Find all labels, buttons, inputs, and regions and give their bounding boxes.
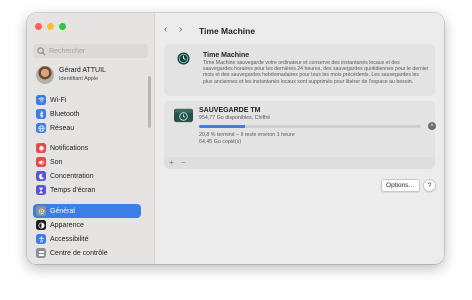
bluetooth-icon: [36, 109, 46, 119]
gear-icon: [36, 206, 46, 216]
help-button[interactable]: ?: [423, 179, 436, 192]
globe-icon: [36, 123, 46, 133]
sidebar-item-accessibility[interactable]: Accessibilité: [33, 232, 141, 246]
sidebar-item-label: Bluetooth: [50, 110, 80, 118]
profile-name: Gérard ATTUIL: [59, 67, 106, 74]
backup-disk-name: SAUVEGARDE TM: [199, 107, 261, 114]
sidebar-item-label: Accessibilité: [50, 235, 89, 243]
hourglass-icon: [36, 185, 46, 195]
minimize-button[interactable]: [47, 23, 54, 30]
search-placeholder: Rechercher: [49, 47, 86, 55]
profile-subtitle: Identifiant Apple: [59, 76, 99, 82]
backup-disk-capacity: 954,77 Go disponibles, Chiffré: [199, 115, 271, 121]
page-title: Time Machine: [199, 26, 256, 36]
apple-id-profile[interactable]: Gérard ATTUIL Identifiant Apple: [36, 66, 106, 84]
back-button[interactable]: ‹: [164, 24, 167, 35]
sidebar-item-bluetooth[interactable]: Bluetooth: [33, 107, 141, 121]
sidebar-item-sound[interactable]: Son: [33, 155, 141, 169]
disk-list-footer: + −: [164, 157, 435, 169]
add-disk-button[interactable]: +: [169, 158, 174, 167]
sidebar-item-label: Réseau: [50, 124, 75, 132]
sidebar-item-label: Son: [50, 158, 63, 166]
main-pane: ‹ › Time Machine Time Machine Time Machi…: [155, 13, 444, 264]
sidebar-item-network[interactable]: Réseau: [33, 121, 141, 135]
appearance-icon: [36, 220, 46, 230]
traffic-lights: [35, 23, 66, 30]
sidebar-item-appearance[interactable]: Apparence: [33, 218, 141, 232]
sidebar-item-label: Wi-Fi: [50, 96, 67, 104]
sidebar-item-notifications[interactable]: Notifications: [33, 141, 141, 155]
sidebar-item-general[interactable]: Général: [33, 204, 141, 218]
bell-icon: [36, 143, 46, 153]
sidebar-item-label: Temps d'écran: [50, 186, 96, 194]
forward-button[interactable]: ›: [179, 24, 182, 35]
backup-disk-card: SAUVEGARDE TM 954,77 Go disponibles, Chi…: [164, 101, 436, 157]
sidebar-item-label: Apparence: [50, 221, 84, 229]
moon-icon: [36, 171, 46, 181]
close-button[interactable]: [35, 23, 42, 30]
sidebar-item-control-center[interactable]: Centre de contrôle: [33, 246, 141, 260]
avatar: [36, 66, 54, 84]
sidebar-item-label: Général: [50, 207, 75, 215]
search-input[interactable]: Rechercher: [33, 44, 148, 58]
time-machine-title: Time Machine: [203, 52, 250, 59]
sidebar-item-screen-time[interactable]: Temps d'écran: [33, 183, 141, 197]
sidebar-item-focus[interactable]: Concentration: [33, 169, 141, 183]
backup-progress-fill: [199, 125, 246, 128]
accessibility-icon: [36, 234, 46, 244]
sidebar-item-label: Concentration: [50, 172, 94, 180]
backup-status: 20,8 % terminé – Il reste environ 1 heur…: [199, 132, 295, 138]
stop-backup-icon[interactable]: ×: [428, 122, 436, 130]
time-machine-description: Time Machine sauvegarde votre ordinateur…: [203, 60, 429, 85]
sidebar-scrollbar[interactable]: [148, 76, 151, 128]
backup-copied: 64,45 Go copié(s): [199, 139, 242, 145]
time-machine-info-card: Time Machine Time Machine sauvegarde vot…: [164, 44, 435, 96]
backup-disk-icon: [174, 108, 193, 123]
sidebar-item-wifi[interactable]: Wi-Fi: [33, 93, 141, 107]
zoom-button[interactable]: [59, 23, 66, 30]
options-button[interactable]: Options…: [381, 179, 420, 192]
settings-window: Rechercher Gérard ATTUIL Identifiant App…: [27, 13, 444, 264]
search-icon: [37, 46, 46, 55]
remove-disk-button[interactable]: −: [181, 158, 186, 167]
speaker-icon: [36, 157, 46, 167]
wifi-icon: [36, 95, 46, 105]
sidebar: Rechercher Gérard ATTUIL Identifiant App…: [27, 13, 155, 264]
time-machine-icon: [177, 52, 190, 65]
sidebar-item-label: Notifications: [50, 144, 89, 152]
backup-progress-bar: [199, 125, 421, 128]
control-center-icon: [36, 248, 46, 258]
sidebar-item-label: Centre de contrôle: [50, 249, 108, 257]
